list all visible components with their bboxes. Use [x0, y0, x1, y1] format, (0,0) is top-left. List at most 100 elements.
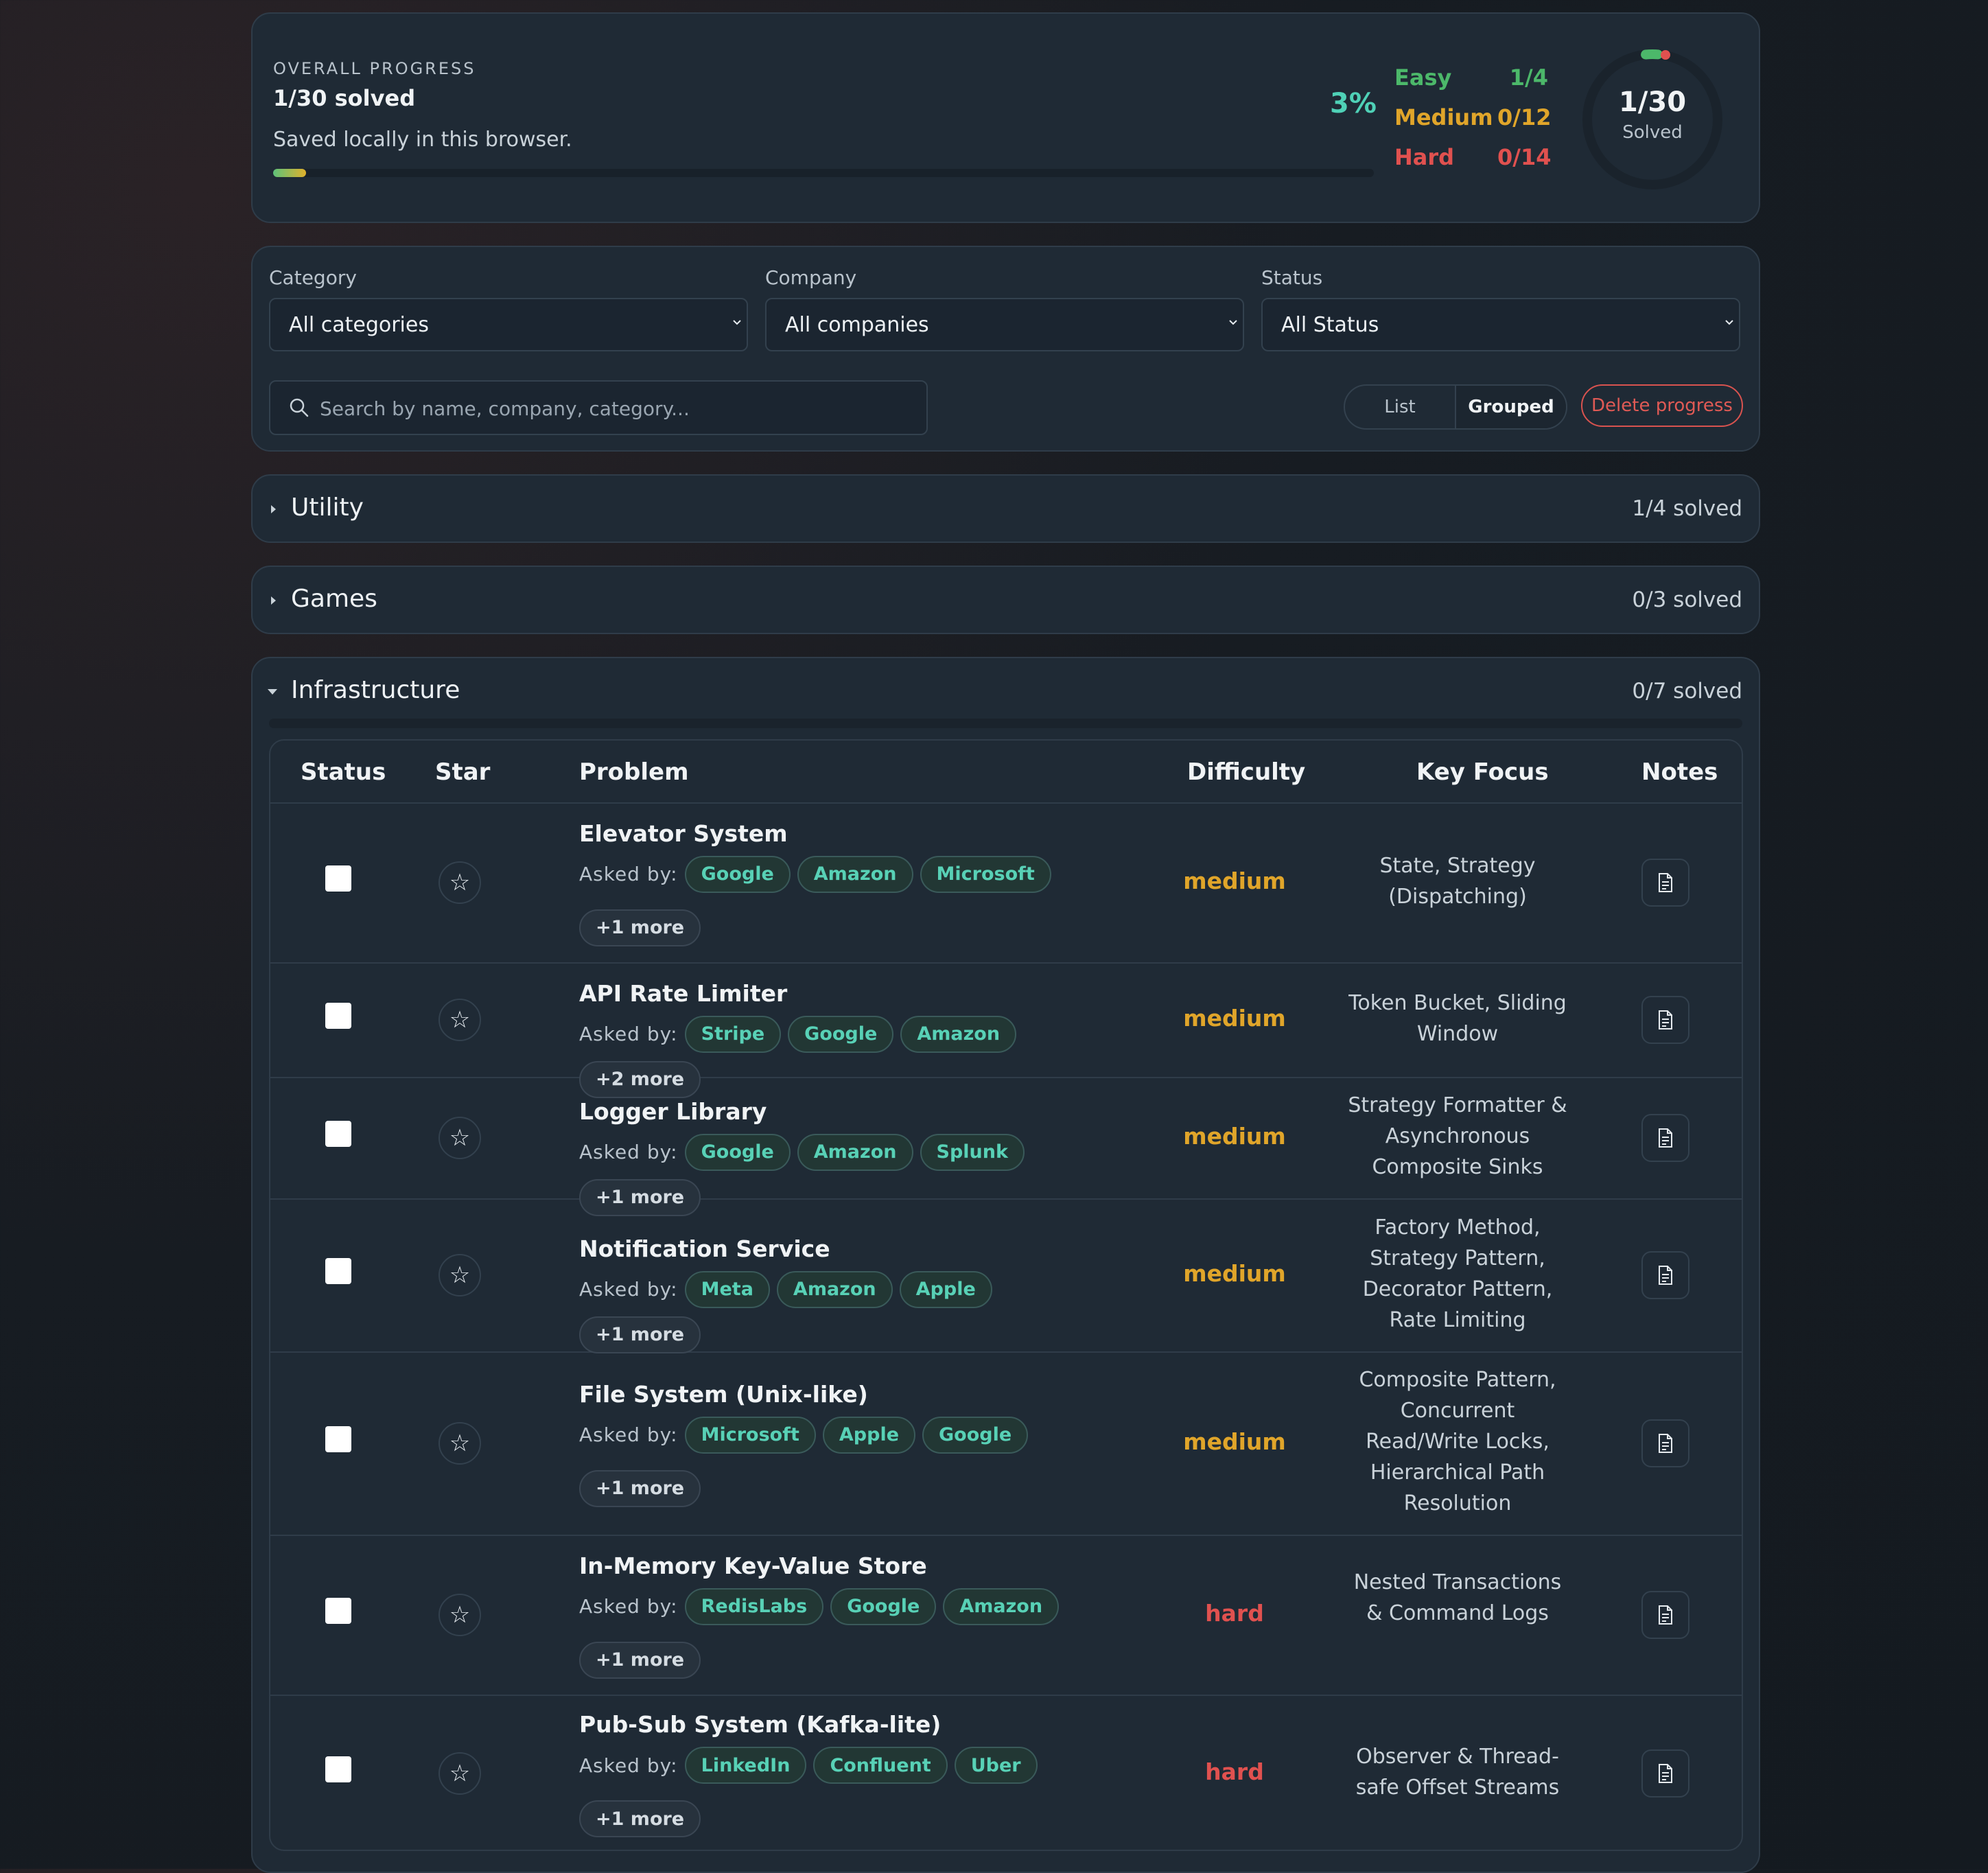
medium-value: 0/12 [1497, 104, 1552, 130]
notes-button[interactable] [1641, 1590, 1689, 1639]
star-icon[interactable]: ☆ [438, 1593, 481, 1636]
company-chip[interactable]: Google [830, 1587, 937, 1625]
company-chip[interactable]: Splunk [920, 1133, 1025, 1171]
group-count: 0/3 solved [1632, 588, 1742, 612]
difficulty-label: hard [1205, 1758, 1264, 1785]
more-companies-chip[interactable]: +1 more [579, 1641, 701, 1679]
status-checkbox[interactable] [325, 1120, 351, 1147]
star-icon[interactable]: ☆ [438, 1752, 481, 1795]
caret-right-icon [271, 505, 276, 513]
company-chip[interactable]: Google [788, 1015, 894, 1053]
problem-name[interactable]: Notification Service [579, 1235, 830, 1262]
notes-button[interactable] [1641, 858, 1689, 907]
more-companies-chip[interactable]: +1 more [579, 1316, 701, 1353]
more-companies-chip[interactable]: +1 more [579, 909, 701, 946]
easy-stat: Easy 1/4 [1394, 65, 1548, 91]
table-row: ☆ In-Memory Key-Value Store Asked by: Redis… [270, 1535, 1742, 1696]
group-header-games[interactable]: Games 0/3 solved [253, 567, 1759, 633]
table-row: ☆ Notification Service Asked by: Meta Amazon… [270, 1198, 1742, 1353]
header-problem: Problem [579, 758, 689, 786]
company-chip[interactable]: Uber [954, 1747, 1038, 1784]
table-row: ☆ Pub-Sub System (Kafka-lite) Asked by: Lin… [270, 1695, 1742, 1850]
company-chip[interactable]: Amazon [943, 1587, 1060, 1625]
company-chip[interactable]: Google [684, 855, 791, 893]
ring-label: Solved [1622, 122, 1683, 143]
notes-button[interactable] [1641, 1749, 1689, 1798]
company-chip[interactable]: Amazon [900, 1015, 1017, 1053]
view-grouped-button[interactable]: Grouped [1456, 386, 1566, 428]
note-icon [1659, 872, 1672, 892]
status-checkbox[interactable] [325, 865, 351, 892]
more-companies-chip[interactable]: +1 more [579, 1469, 701, 1507]
company-chip[interactable]: Amazon [797, 855, 913, 893]
delete-progress-button[interactable]: Delete progress [1581, 384, 1743, 427]
star-icon[interactable]: ☆ [438, 1253, 481, 1296]
more-companies-chip[interactable]: +1 more [579, 1800, 701, 1837]
company-select[interactable]: All companies [765, 298, 1244, 351]
search-input[interactable] [318, 394, 911, 423]
hard-value: 0/14 [1497, 144, 1552, 170]
company-chip[interactable]: RedisLabs [684, 1587, 824, 1625]
progress-percent: 3% [1330, 88, 1377, 119]
problem-name[interactable]: File System (Unix-like) [579, 1381, 868, 1408]
status-checkbox[interactable] [325, 1597, 351, 1624]
note-icon [1659, 1764, 1672, 1783]
asked-by-label: Asked by: [579, 1595, 678, 1618]
company-chip[interactable]: Google [922, 1416, 1029, 1454]
note-icon [1659, 1433, 1672, 1453]
problem-name[interactable]: Elevator System [579, 820, 788, 847]
overall-progress-card: OVERALL PROGRESS 1/30 solved Saved local… [251, 12, 1760, 223]
chevron-down-icon [1229, 320, 1237, 325]
note-icon [1659, 1265, 1672, 1285]
company-chip[interactable]: Confluent [813, 1747, 948, 1784]
asked-by-list: Asked by: Microsoft Apple Google +1 more [579, 1416, 1101, 1507]
chevron-down-icon [733, 320, 741, 325]
company-chip[interactable]: Google [684, 1133, 791, 1171]
status-checkbox[interactable] [325, 1002, 351, 1029]
problem-name[interactable]: Logger Library [579, 1098, 767, 1125]
key-focus-text: Factory Method, Strategy Pattern, Decora… [1362, 1215, 1553, 1332]
asked-by-label: Asked by: [579, 1023, 678, 1045]
status-select[interactable]: All Status [1261, 298, 1740, 351]
star-icon[interactable]: ☆ [438, 1421, 481, 1465]
caret-right-icon [271, 596, 276, 605]
notes-button[interactable] [1641, 1250, 1689, 1299]
company-chip[interactable]: Stripe [684, 1015, 782, 1053]
company-chip[interactable]: Amazon [797, 1133, 913, 1171]
company-chip[interactable]: LinkedIn [684, 1747, 807, 1784]
status-checkbox[interactable] [325, 1756, 351, 1782]
group-divider [269, 719, 1742, 728]
ring-number: 1/30 [1618, 86, 1687, 118]
problems-table: Status Star Problem Difficulty Key Focus… [269, 739, 1743, 1851]
asked-by-label: Asked by: [579, 1423, 678, 1446]
company-chip[interactable]: Meta [684, 1270, 770, 1308]
problem-name[interactable]: In-Memory Key-Value Store [579, 1552, 927, 1579]
difficulty-label: medium [1183, 1004, 1286, 1032]
group-header-infrastructure[interactable]: Infrastructure 0/7 solved [253, 658, 1759, 724]
view-list-button[interactable]: List [1345, 386, 1456, 428]
asked-by-label: Asked by: [579, 863, 678, 885]
problem-name[interactable]: Pub-Sub System (Kafka-lite) [579, 1711, 941, 1738]
key-focus-text: Token Bucket, Sliding Window [1348, 990, 1567, 1046]
star-icon[interactable]: ☆ [438, 998, 481, 1041]
company-chip[interactable]: Microsoft [920, 855, 1051, 893]
group-infrastructure: Infrastructure 0/7 solved Status Star Pr… [251, 657, 1760, 1873]
category-select[interactable]: All categories [269, 298, 748, 351]
company-label: Company [765, 266, 857, 289]
notes-button[interactable] [1641, 1113, 1689, 1162]
group-header-utility[interactable]: Utility 1/4 solved [253, 476, 1759, 542]
problem-name[interactable]: API Rate Limiter [579, 980, 787, 1007]
status-checkbox[interactable] [325, 1426, 351, 1452]
search-box [269, 380, 928, 435]
company-chip[interactable]: Apple [899, 1270, 992, 1308]
status-checkbox[interactable] [325, 1257, 351, 1284]
star-icon[interactable]: ☆ [438, 861, 481, 904]
asked-by-list: Asked by: Google Amazon Microsoft +1 more [579, 855, 1101, 946]
company-chip[interactable]: Microsoft [684, 1416, 816, 1454]
company-chip[interactable]: Apple [822, 1416, 916, 1454]
star-icon[interactable]: ☆ [438, 1116, 481, 1159]
notes-button[interactable] [1641, 995, 1689, 1044]
notes-button[interactable] [1641, 1419, 1689, 1467]
header-star: Star [435, 758, 491, 786]
company-chip[interactable]: Amazon [776, 1270, 893, 1308]
